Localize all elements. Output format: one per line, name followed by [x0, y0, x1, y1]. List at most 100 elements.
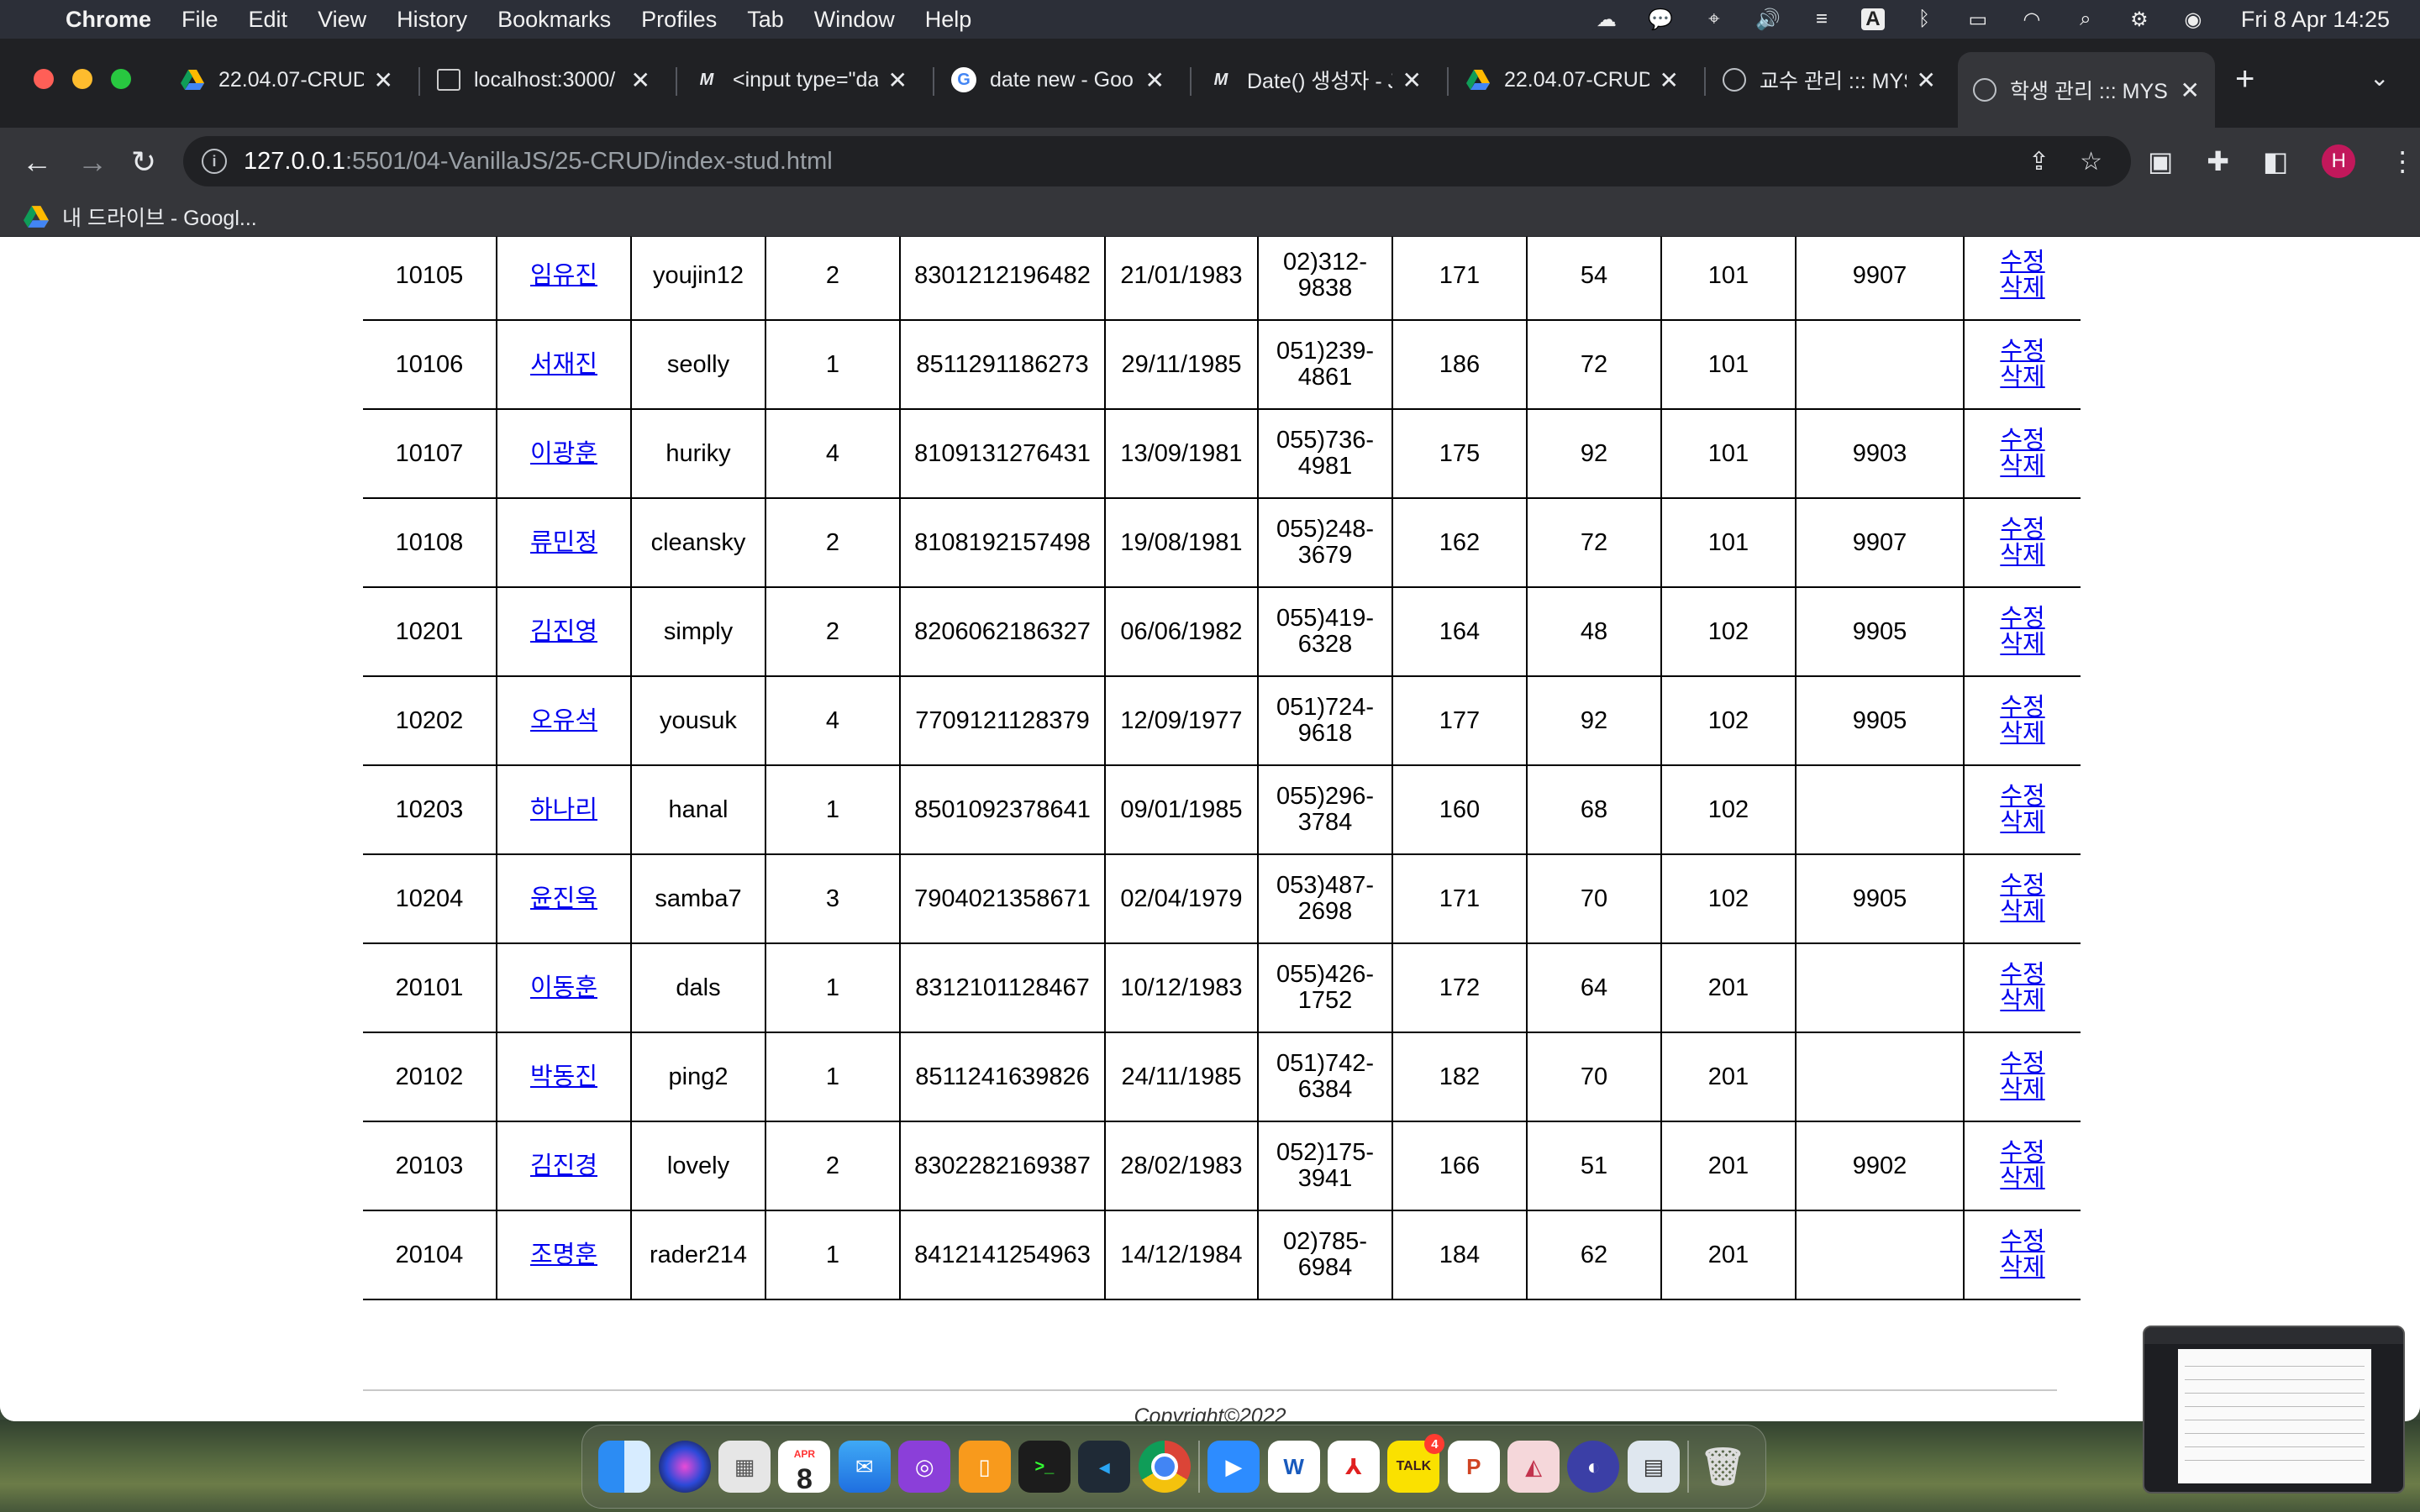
- delete-link[interactable]: 삭제: [1965, 1255, 2081, 1281]
- edit-link[interactable]: 수정: [1965, 249, 2081, 276]
- edit-link[interactable]: 수정: [1965, 339, 2081, 365]
- student-name-link[interactable]: 조명훈: [530, 1242, 597, 1268]
- kakaotalk-icon[interactable]: TALK 4: [1387, 1434, 1445, 1493]
- close-icon[interactable]: ✕: [2181, 76, 2200, 104]
- bookmark-my-drive[interactable]: 내 드라이브 - Googl...: [62, 202, 257, 232]
- books-icon[interactable]: ▯: [958, 1441, 1011, 1493]
- menu-history[interactable]: History: [397, 7, 467, 33]
- student-name-link[interactable]: 김진경: [530, 1152, 597, 1179]
- menu-tab[interactable]: Tab: [747, 7, 784, 33]
- siri-icon[interactable]: [658, 1441, 711, 1493]
- wechat-icon[interactable]: 💬: [1646, 8, 1675, 31]
- preview-icon[interactable]: ▤: [1627, 1441, 1680, 1493]
- terminal-icon[interactable]: >_: [1018, 1441, 1071, 1493]
- delete-link[interactable]: 삭제: [1965, 988, 2081, 1014]
- wifi-icon[interactable]: ◠: [2018, 8, 2046, 31]
- extensions-puzzle-icon[interactable]: ✚: [2207, 145, 2229, 177]
- podcasts-icon[interactable]: ◎: [898, 1441, 951, 1493]
- pin-icon[interactable]: ⌖: [1700, 8, 1728, 30]
- menu-help[interactable]: Help: [925, 7, 972, 33]
- menu-edit[interactable]: Edit: [249, 7, 288, 33]
- menu-profiles[interactable]: Profiles: [641, 7, 717, 33]
- extension-app-icon[interactable]: ▣: [2148, 145, 2173, 177]
- minimize-window-button[interactable]: [72, 69, 92, 89]
- menubar-clock[interactable]: Fri 8 Apr 14:25: [2241, 7, 2390, 33]
- delete-link[interactable]: 삭제: [1965, 543, 2081, 569]
- new-tab-button[interactable]: +: [2235, 60, 2254, 98]
- edit-link[interactable]: 수정: [1965, 606, 2081, 632]
- close-icon[interactable]: ✕: [1917, 66, 1936, 94]
- edit-link[interactable]: 수정: [1965, 962, 2081, 988]
- tab-mdn-date[interactable]: M Date() 생성자 - J ✕: [1193, 52, 1437, 108]
- student-name-link[interactable]: 이광훈: [530, 440, 597, 467]
- stack-icon[interactable]: ≡: [1807, 8, 1836, 30]
- edit-link[interactable]: 수정: [1965, 1140, 2081, 1166]
- delete-link[interactable]: 삭제: [1965, 899, 2081, 925]
- battery-icon[interactable]: ▭: [1964, 8, 1992, 31]
- tab-localhost[interactable]: localhost:3000/ ✕: [422, 52, 666, 108]
- delete-link[interactable]: 삭제: [1965, 721, 2081, 747]
- edit-link[interactable]: 수정: [1965, 873, 2081, 899]
- menu-window[interactable]: Window: [814, 7, 895, 33]
- siri-menubar-icon[interactable]: ◉: [2179, 8, 2207, 31]
- close-icon[interactable]: ✕: [1402, 66, 1422, 94]
- profile-avatar[interactable]: H: [2322, 144, 2356, 178]
- powerpoint-icon[interactable]: P: [1447, 1441, 1500, 1493]
- launchpad-icon[interactable]: ▦: [718, 1441, 771, 1493]
- bookmark-star-icon[interactable]: ☆: [2080, 147, 2102, 176]
- tab-crud-drive-1[interactable]: 22.04.07-CRUD ✕: [165, 52, 408, 108]
- pen-icon[interactable]: ◭: [1507, 1441, 1560, 1493]
- finder-icon[interactable]: [598, 1441, 651, 1493]
- address-bar[interactable]: i 127.0.0.1 :5501/04-VanillaJS/25-CRUD/i…: [183, 136, 2131, 186]
- close-icon[interactable]: ✕: [888, 66, 908, 94]
- forward-icon[interactable]: →: [77, 144, 108, 180]
- tab-crud-drive-2[interactable]: 22.04.07-CRUD ✕: [1450, 52, 1694, 108]
- edit-link[interactable]: 수정: [1965, 428, 2081, 454]
- edit-link[interactable]: 수정: [1965, 1051, 2081, 1077]
- delete-link[interactable]: 삭제: [1965, 1077, 2081, 1103]
- student-name-link[interactable]: 김진영: [530, 618, 597, 645]
- tab-google-date[interactable]: G date new - Goo ✕: [936, 52, 1180, 108]
- edit-link[interactable]: 수정: [1965, 695, 2081, 721]
- student-name-link[interactable]: 박동진: [530, 1063, 597, 1090]
- bluetooth-icon[interactable]: ᛒ: [1910, 8, 1939, 30]
- acrobat-icon[interactable]: ⅄: [1328, 1441, 1381, 1493]
- student-name-link[interactable]: 서재진: [530, 351, 597, 378]
- menu-file[interactable]: File: [182, 7, 218, 33]
- tab-mdn-input[interactable]: M <input type="da ✕: [679, 52, 923, 108]
- spotlight-icon[interactable]: ⌕: [2071, 8, 2100, 30]
- student-name-link[interactable]: 이동훈: [530, 974, 597, 1001]
- edit-link[interactable]: 수정: [1965, 1229, 2081, 1255]
- menu-app-name[interactable]: Chrome: [66, 7, 151, 33]
- student-name-link[interactable]: 류민정: [530, 529, 597, 556]
- delete-link[interactable]: 삭제: [1965, 365, 2081, 391]
- trash-icon[interactable]: 🗑: [1697, 1441, 1749, 1493]
- word-icon[interactable]: W: [1267, 1441, 1320, 1493]
- more-menu-icon[interactable]: ⋮: [2389, 145, 2416, 177]
- calendar-icon[interactable]: APR 8: [778, 1441, 831, 1494]
- input-source-icon[interactable]: A: [1860, 8, 1885, 30]
- zoom-window-button[interactable]: [111, 69, 131, 89]
- close-window-button[interactable]: [34, 69, 54, 89]
- edit-link[interactable]: 수정: [1965, 784, 2081, 810]
- close-icon[interactable]: ✕: [631, 66, 650, 94]
- tab-professor-manage[interactable]: 교수 관리 ::: MYS ✕: [1707, 52, 1951, 108]
- screenshot-thumbnail[interactable]: [2143, 1326, 2405, 1494]
- student-name-link[interactable]: 윤진욱: [530, 885, 597, 912]
- delete-link[interactable]: 삭제: [1965, 632, 2081, 658]
- delete-link[interactable]: 삭제: [1965, 1166, 2081, 1192]
- share-icon[interactable]: ⇪: [2028, 147, 2049, 176]
- mail-icon[interactable]: ✉: [838, 1441, 891, 1493]
- volume-icon[interactable]: 🔊: [1754, 8, 1782, 31]
- reload-icon[interactable]: ↻: [131, 144, 156, 180]
- student-name-link[interactable]: 임유진: [530, 262, 597, 289]
- site-info-icon[interactable]: i: [202, 149, 227, 174]
- student-name-link[interactable]: 하나리: [530, 796, 597, 823]
- menu-bookmarks[interactable]: Bookmarks: [497, 7, 611, 33]
- delete-link[interactable]: 삭제: [1965, 276, 2081, 302]
- back-icon[interactable]: ←: [22, 144, 52, 180]
- tab-student-manage[interactable]: 학생 관리 ::: MYS ✕: [1958, 52, 2215, 128]
- student-name-link[interactable]: 오유석: [530, 707, 597, 734]
- vscode-icon[interactable]: ◂: [1078, 1441, 1131, 1493]
- screenshot-icon[interactable]: ◐: [1567, 1441, 1620, 1493]
